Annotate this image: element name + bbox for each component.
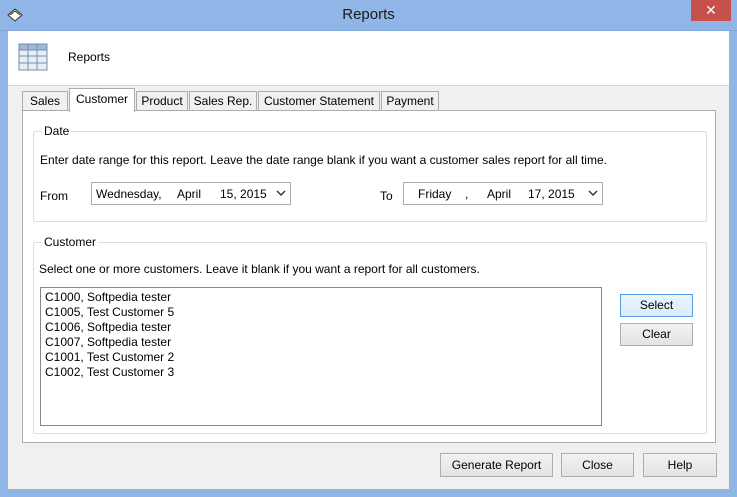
tab-sales-rep[interactable]: Sales Rep. — [189, 91, 257, 111]
header-banner: Reports — [8, 31, 729, 86]
table-grid-icon — [18, 43, 48, 71]
help-button[interactable]: Help — [643, 453, 717, 477]
to-weekday: Friday — [418, 187, 452, 201]
customer-listbox[interactable]: C1000, Softpedia tester C1005, Test Cust… — [40, 287, 602, 426]
to-month: April — [487, 187, 512, 201]
close-button[interactable]: Close — [561, 453, 634, 477]
window-title: Reports — [342, 6, 395, 23]
list-item[interactable]: C1001, Test Customer 2 — [45, 350, 597, 365]
customer-description: Select one or more customers. Leave it b… — [39, 262, 480, 276]
dialog-client: Reports Sales Customer Product Sales Rep… — [8, 31, 729, 489]
tab-product[interactable]: Product — [136, 91, 188, 111]
list-item[interactable]: C1007, Softpedia tester — [45, 335, 597, 350]
title-bar: Reports ✕ — [0, 0, 737, 31]
chevron-down-icon[interactable] — [587, 186, 599, 200]
list-item[interactable]: C1002, Test Customer 3 — [45, 365, 597, 380]
clear-button[interactable]: Clear — [620, 323, 693, 346]
from-label: From — [40, 189, 68, 203]
tab-customer[interactable]: Customer — [69, 88, 135, 112]
from-day-year: 15, 2015 — [220, 187, 267, 201]
customer-group-legend: Customer — [42, 235, 99, 249]
tab-payment[interactable]: Payment — [381, 91, 439, 111]
tab-sales[interactable]: Sales — [22, 91, 68, 111]
to-day-year: 17, 2015 — [528, 187, 575, 201]
to-date-picker[interactable]: Friday , April 17, 2015 — [403, 182, 603, 205]
select-button[interactable]: Select — [620, 294, 693, 317]
date-description: Enter date range for this report. Leave … — [40, 153, 607, 167]
from-date-picker[interactable]: Wednesday, April 15, 2015 — [91, 182, 291, 205]
customer-group: Customer Select one or more customers. L… — [33, 235, 707, 434]
chevron-down-icon[interactable] — [275, 186, 287, 200]
customer-tab-panel: Date Enter date range for this report. L… — [22, 110, 716, 443]
from-month: April — [177, 187, 202, 201]
window-frame: Reports Sales Customer Product Sales Rep… — [0, 31, 737, 497]
list-item[interactable]: C1005, Test Customer 5 — [45, 305, 597, 320]
to-separator: , — [465, 187, 469, 201]
date-group-legend: Date — [42, 124, 72, 138]
tab-customer-statement[interactable]: Customer Statement — [258, 91, 380, 111]
window-close-button[interactable]: ✕ — [691, 0, 731, 21]
from-weekday: Wednesday, — [96, 187, 162, 201]
list-item[interactable]: C1006, Softpedia tester — [45, 320, 597, 335]
generate-report-button[interactable]: Generate Report — [440, 453, 553, 477]
header-title: Reports — [68, 50, 111, 64]
to-label: To — [380, 189, 393, 203]
date-group: Date Enter date range for this report. L… — [33, 124, 707, 222]
list-item[interactable]: C1000, Softpedia tester — [45, 290, 597, 305]
